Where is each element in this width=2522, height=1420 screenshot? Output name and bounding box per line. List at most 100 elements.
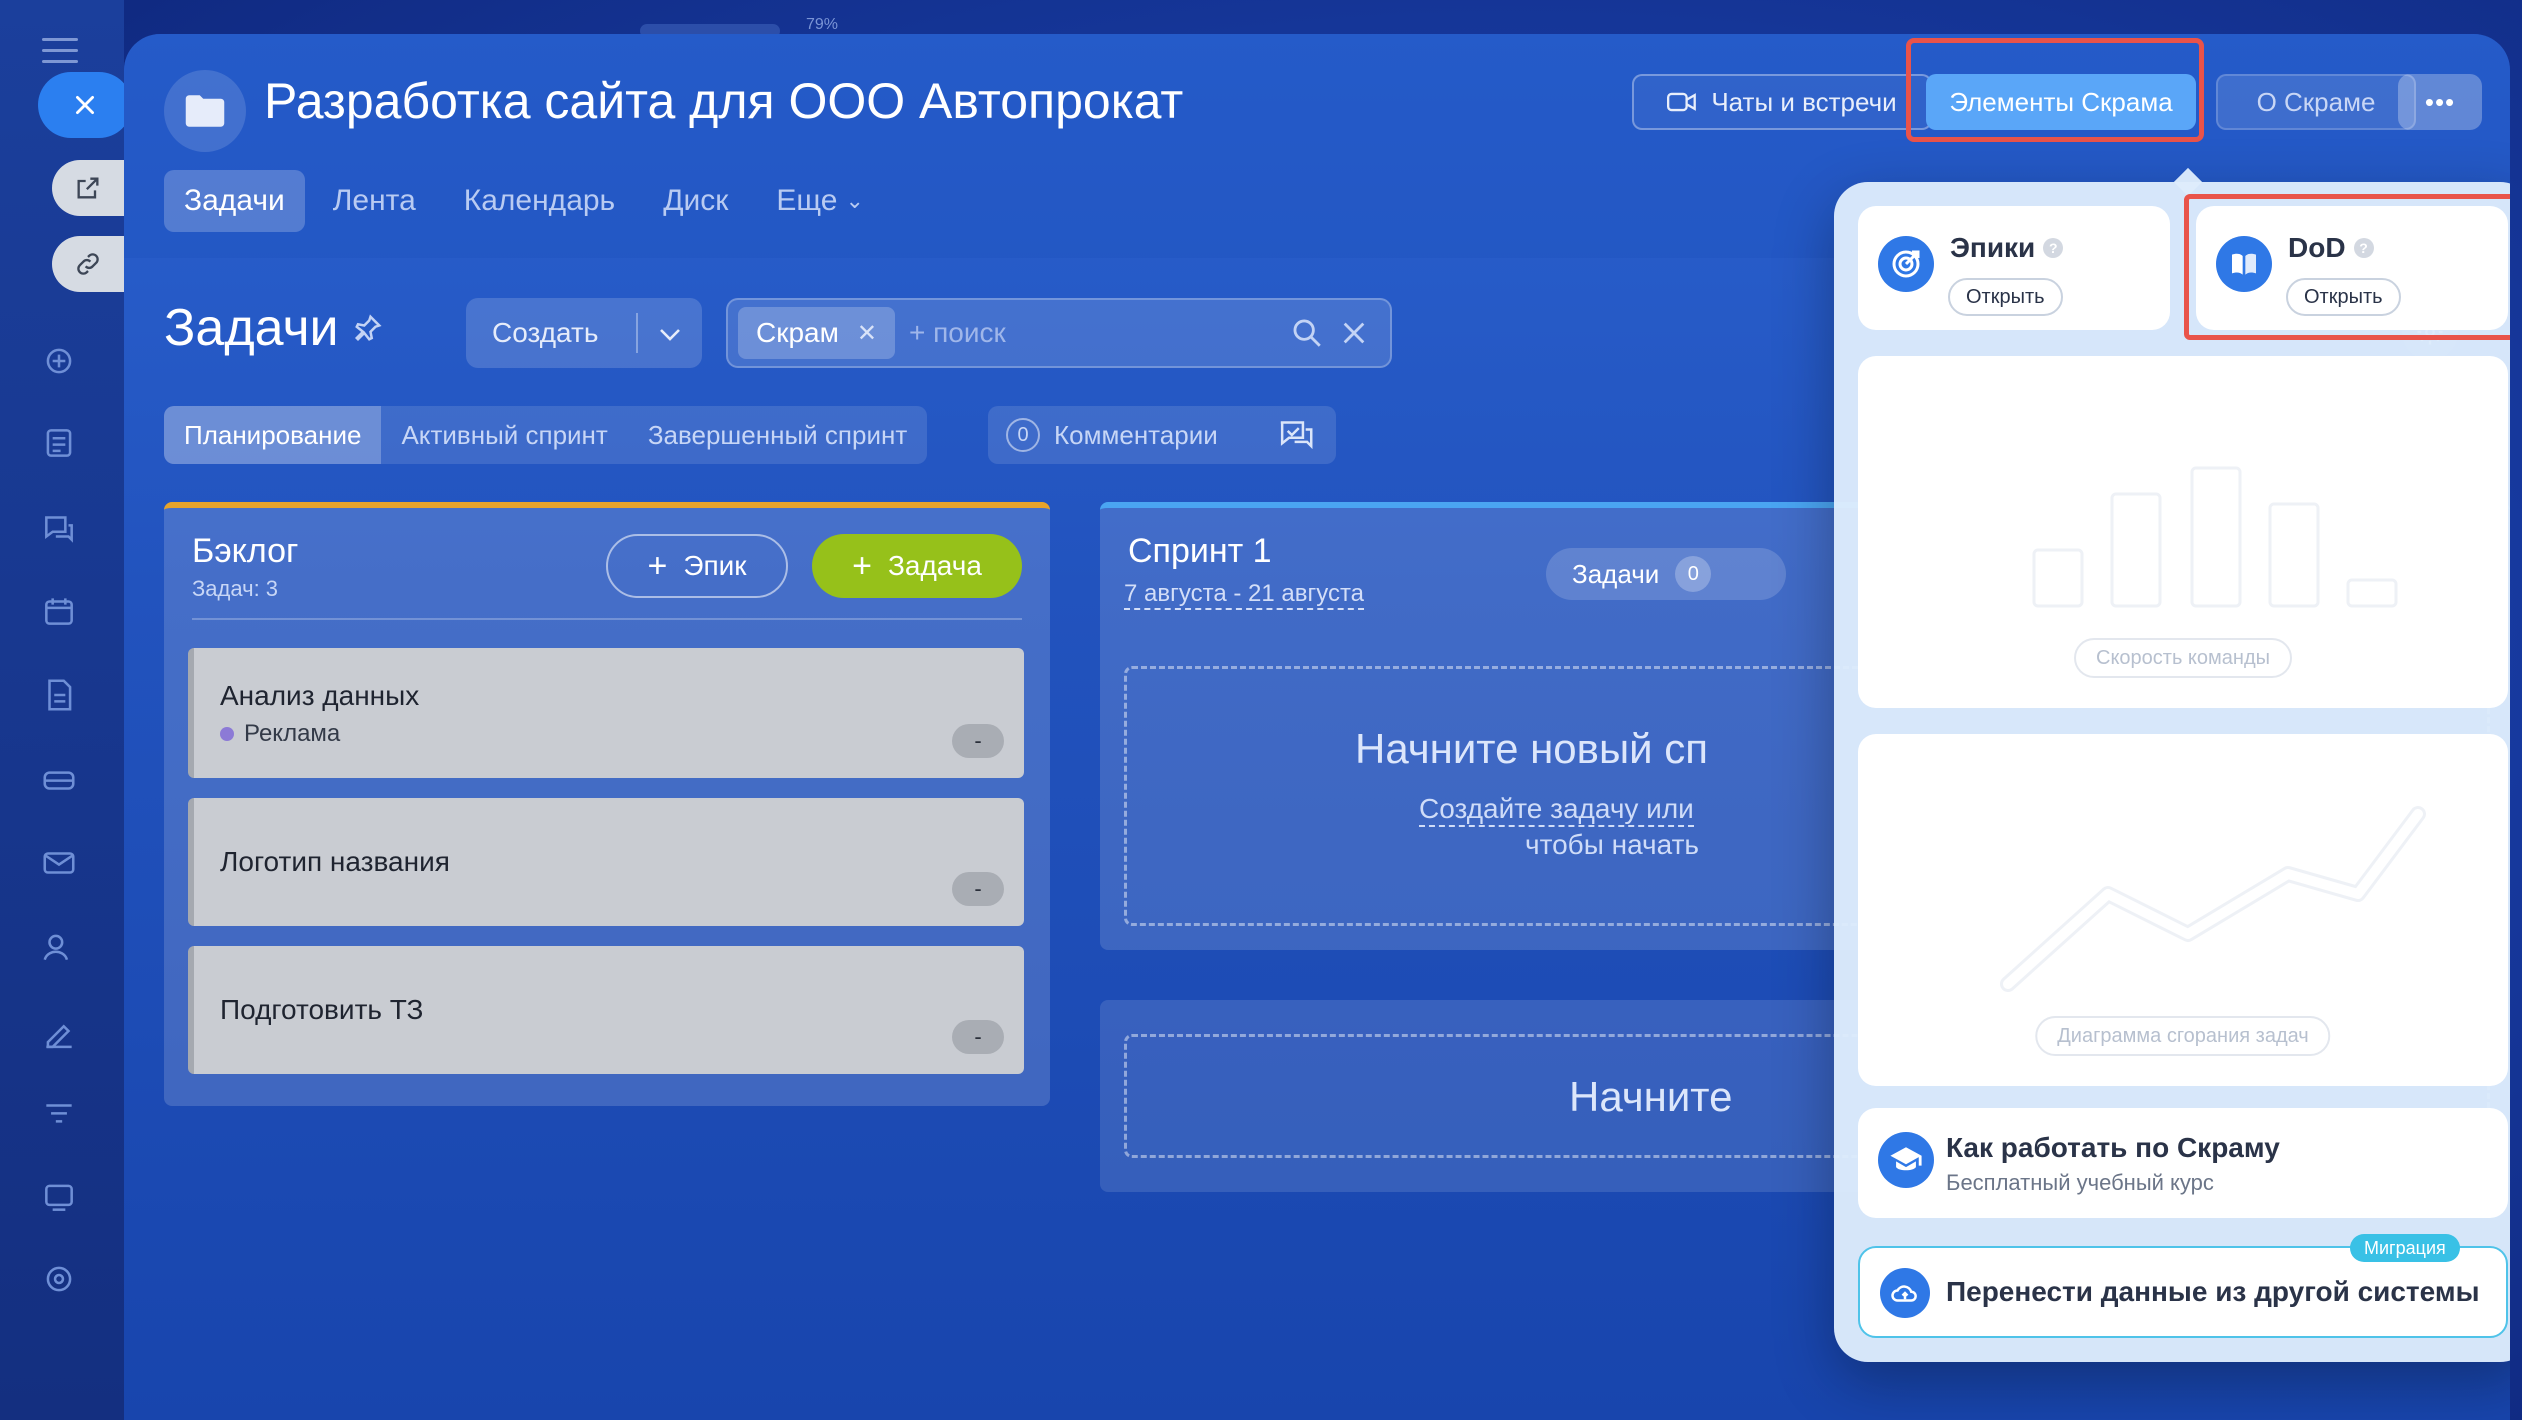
create-label: Создать <box>492 317 599 348</box>
help-icon[interactable]: ? <box>2043 238 2064 258</box>
backlog-title: Бэклог <box>192 532 299 570</box>
course-subtitle: Бесплатный учебный курс <box>1946 1170 2214 1195</box>
page-title-text: Задачи <box>164 299 339 357</box>
link-icon <box>77 253 99 275</box>
drive-icon[interactable] <box>40 760 78 798</box>
scrum-course-card[interactable]: Как работать по Скраму Бесплатный учебны… <box>1858 1108 2508 1218</box>
task-card[interactable]: Подготовить ТЗ - <box>188 946 1024 1074</box>
filter-chip-label: Скрам <box>756 317 839 348</box>
sprint-tasks-count: 0 <box>1675 556 1712 592</box>
menu-icon[interactable] <box>42 38 78 64</box>
sign-icon[interactable] <box>40 1012 78 1050</box>
sprint-tasks-counter: Задачи 0 <box>1546 548 1786 600</box>
add-epic-label: Эпик <box>683 550 747 581</box>
project-window: Разработка сайта для ООО Автопрокат Чаты… <box>124 34 2510 1420</box>
epics-card[interactable]: Эпики? Открыть <box>1858 206 2170 330</box>
rocket-icon[interactable] <box>40 342 78 380</box>
remove-chip-icon[interactable]: ✕ <box>857 319 877 348</box>
task-card[interactable]: Логотип названия - <box>188 798 1024 926</box>
chevron-down-icon: ⌄ <box>845 188 864 213</box>
sprint-title: Спринт 1 <box>1128 532 1272 570</box>
open-epics-button[interactable]: Открыть <box>1948 278 2063 316</box>
highlight-scrum-elements <box>1906 38 2204 142</box>
add-epic-button[interactable]: + Эпик <box>606 534 788 598</box>
zoom-indicator: 79% <box>806 16 839 33</box>
filter-chip-scrum[interactable]: Скрам ✕ <box>738 307 895 359</box>
tab-more[interactable]: Еще ⌄ <box>756 170 883 232</box>
about-scrum-button[interactable]: О Скраме <box>2216 74 2416 130</box>
tab-tasks[interactable]: Задачи <box>164 170 305 232</box>
chats-meetings-button[interactable]: Чаты и встречи <box>1632 74 1932 130</box>
team-velocity-card[interactable]: Скорость команды <box>1858 356 2508 708</box>
tasks-icon[interactable] <box>40 424 78 462</box>
sprint-tasks-label: Задачи <box>1572 558 1660 589</box>
folder-icon <box>164 70 246 152</box>
task-name: Логотип названия <box>220 846 450 877</box>
tab-label: Планирование <box>184 419 362 450</box>
search-filter[interactable]: Скрам ✕ + поиск <box>726 298 1392 368</box>
close-icon <box>76 96 94 114</box>
story-points-badge[interactable]: - <box>952 1020 1004 1054</box>
plus-icon: + <box>852 547 872 585</box>
tab-drive[interactable]: Диск <box>643 170 748 232</box>
create-task-link[interactable]: Создайте задачу или <box>1419 793 1694 827</box>
comments-button[interactable]: 0 Комментарии <box>988 406 1336 464</box>
comments-count: 0 <box>1006 418 1040 452</box>
velocity-chart-placeholder <box>2032 466 2398 608</box>
page-title: Задачи <box>164 298 383 358</box>
backlog-panel: Бэклог Задач: 3 + Эпик + Задача Анализ д… <box>164 502 1050 1106</box>
story-points-badge[interactable]: - <box>952 872 1004 906</box>
highlight-dod <box>2184 194 2510 340</box>
document-icon[interactable] <box>40 676 78 714</box>
chat-icon[interactable] <box>40 508 78 546</box>
migration-card[interactable]: Перенести данные из другой системы Мигра… <box>1858 1234 2508 1338</box>
clear-search-icon[interactable] <box>1340 319 1368 347</box>
story-points-badge[interactable]: - <box>952 724 1004 758</box>
tab-feed[interactable]: Лента <box>313 170 436 232</box>
settings-icon[interactable] <box>40 1260 78 1298</box>
chevron-down-icon[interactable] <box>638 318 702 349</box>
pin-icon[interactable] <box>353 313 383 343</box>
sprint-dates[interactable]: 7 августа - 21 августа <box>1124 580 1365 610</box>
crm-icon[interactable] <box>40 1178 78 1216</box>
filter-icon[interactable] <box>40 1096 78 1134</box>
tab-label: Задачи <box>184 184 285 217</box>
about-scrum-label: О Скраме <box>2256 86 2376 117</box>
course-title: Как работать по Скраму <box>1946 1132 2280 1163</box>
team-velocity-label: Скорость команды <box>2074 638 2292 678</box>
copy-link-button[interactable] <box>52 236 124 292</box>
migration-badge: Миграция <box>2350 1234 2460 1262</box>
empty-sprint-title: Начните новый сп <box>1355 725 1709 772</box>
epic-color-dot <box>220 727 234 741</box>
tab-completed-sprint[interactable]: Завершенный спринт <box>628 406 927 464</box>
add-task-label: Задача <box>887 550 982 581</box>
tab-label: Календарь <box>463 184 616 217</box>
create-button[interactable]: Создать <box>466 298 702 368</box>
tab-label: Диск <box>663 184 729 217</box>
epics-title-text: Эпики <box>1950 232 2036 263</box>
target-icon <box>1878 236 1934 292</box>
tab-calendar[interactable]: Календарь <box>444 170 635 232</box>
tab-planning[interactable]: Планирование <box>164 406 382 464</box>
burndown-chart-placeholder <box>2000 806 2426 992</box>
close-slider-button[interactable] <box>38 72 132 138</box>
cloud-sync-icon <box>1880 1268 1930 1318</box>
open-in-new-window-button[interactable] <box>52 160 124 216</box>
mail-icon[interactable] <box>40 844 78 882</box>
divider <box>192 618 1022 620</box>
project-tabs: Задачи Лента Календарь Диск Еще ⌄ <box>164 170 892 232</box>
comments-label: Комментарии <box>1054 419 1218 450</box>
empty-sprint-hint: чтобы начать <box>1525 829 1699 860</box>
search-input[interactable]: + поиск <box>909 317 1290 349</box>
add-task-button[interactable]: + Задача <box>812 534 1022 598</box>
tab-active-sprint[interactable]: Активный спринт <box>381 406 627 464</box>
contacts-icon[interactable] <box>40 928 78 966</box>
task-card[interactable]: Анализ данных Реклама - <box>188 648 1024 778</box>
burndown-card[interactable]: Диаграмма сгорания задач <box>1858 734 2508 1086</box>
empty-sprint-title: Начните <box>1569 1073 1733 1120</box>
migration-title: Перенести данные из другой системы <box>1946 1276 2480 1307</box>
calendar-icon[interactable] <box>40 592 78 630</box>
more-options-button[interactable]: ••• <box>2398 74 2482 130</box>
search-icon[interactable] <box>1290 316 1324 350</box>
project-title: Разработка сайта для ООО Автопрокат <box>264 73 1184 129</box>
